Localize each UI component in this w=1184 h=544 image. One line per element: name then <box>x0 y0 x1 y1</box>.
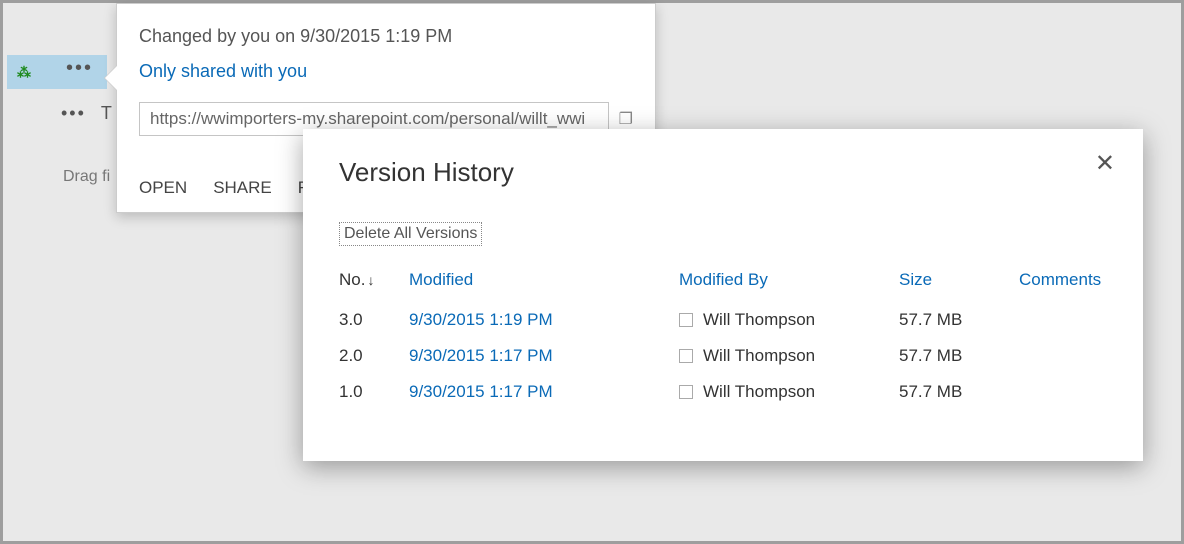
delete-all-versions-link[interactable]: Delete All Versions <box>339 222 482 246</box>
cell-no: 2.0 <box>339 338 409 374</box>
row2-letter: T <box>101 103 112 123</box>
table-row: 1.0 9/30/2015 1:17 PM Will Thompson 57.7… <box>339 374 1107 410</box>
column-header-modified-by[interactable]: Modified By <box>679 270 899 302</box>
cell-modified-link[interactable]: 9/30/2015 1:17 PM <box>409 374 679 410</box>
column-header-size[interactable]: Size <box>899 270 1019 302</box>
modified-by-name: Will Thompson <box>703 346 815 365</box>
column-header-modified[interactable]: Modified <box>409 270 679 302</box>
cell-size: 57.7 MB <box>899 302 1019 338</box>
callout-arrow-icon <box>105 66 117 90</box>
shared-with-link[interactable]: Only shared with you <box>139 61 633 82</box>
cell-no: 1.0 <box>339 374 409 410</box>
cell-modified-link[interactable]: 9/30/2015 1:17 PM <box>409 338 679 374</box>
column-header-no-label: No. <box>339 270 365 289</box>
version-history-modal: ✕ Version History Delete All Versions No… <box>303 129 1143 461</box>
user-checkbox-icon[interactable] <box>679 313 693 327</box>
callout-actions: OPEN SHARE F <box>139 178 308 198</box>
cell-comments <box>1019 338 1107 374</box>
modified-by-name: Will Thompson <box>703 382 815 401</box>
user-checkbox-icon[interactable] <box>679 349 693 363</box>
cell-modified-link[interactable]: 9/30/2015 1:19 PM <box>409 302 679 338</box>
row-ellipsis-icon[interactable]: ••• <box>66 63 93 73</box>
close-icon[interactable]: ✕ <box>1095 149 1115 178</box>
cell-comments <box>1019 374 1107 410</box>
version-history-table: No.↓ Modified Modified By Size Comments … <box>339 270 1107 410</box>
column-header-comments[interactable]: Comments <box>1019 270 1107 302</box>
share-button[interactable]: SHARE <box>213 178 272 198</box>
cell-no: 3.0 <box>339 302 409 338</box>
sort-desc-icon: ↓ <box>367 272 374 288</box>
cell-modified-by: Will Thompson <box>679 374 899 410</box>
user-checkbox-icon[interactable] <box>679 385 693 399</box>
file-row-2: ••• T <box>61 103 112 124</box>
drag-files-hint: Drag fi <box>63 168 110 186</box>
cell-size: 57.7 MB <box>899 338 1019 374</box>
modified-by-name: Will Thompson <box>703 310 815 329</box>
modal-title: Version History <box>339 157 1107 188</box>
popout-icon[interactable]: ❐ <box>619 109 633 129</box>
cell-size: 57.7 MB <box>899 374 1019 410</box>
row-ellipsis-icon[interactable]: ••• <box>61 103 86 123</box>
cell-comments <box>1019 302 1107 338</box>
table-row: 2.0 9/30/2015 1:17 PM Will Thompson 57.7… <box>339 338 1107 374</box>
cell-modified-by: Will Thompson <box>679 338 899 374</box>
column-header-no[interactable]: No.↓ <box>339 270 409 302</box>
changed-by-text: Changed by you on 9/30/2015 1:19 PM <box>139 26 633 47</box>
open-button[interactable]: OPEN <box>139 178 187 198</box>
table-row: 3.0 9/30/2015 1:19 PM Will Thompson 57.7… <box>339 302 1107 338</box>
cell-modified-by: Will Thompson <box>679 302 899 338</box>
new-badge-icon: ⁂ <box>17 64 31 81</box>
selected-file-row[interactable]: ⁂ ••• <box>7 55 107 89</box>
